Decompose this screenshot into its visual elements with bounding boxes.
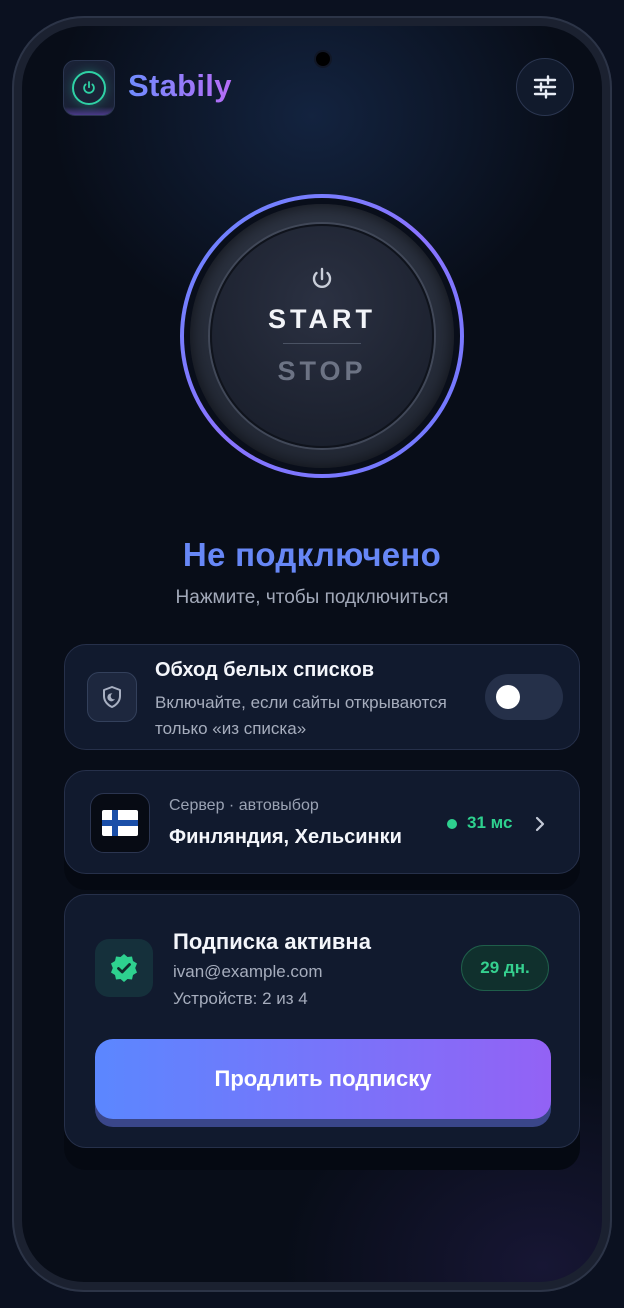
subscription-card: Подписка активна ivan@example.com Устрой…	[64, 894, 580, 1148]
devices-count: Устройств: 2 из 4	[173, 989, 308, 1008]
subscription-title: Подписка активна	[173, 929, 371, 954]
phone-frame: Stabily START STOP Не подключено Нажмите…	[12, 16, 612, 1292]
app-name: Stabily	[128, 68, 232, 103]
chevron-right-icon	[535, 816, 545, 832]
power-icon	[312, 267, 332, 288]
ping-value: 31 мс	[467, 813, 513, 832]
connect-toggle-button[interactable]: START STOP	[180, 194, 464, 478]
whitelist-title: Обход белых списков	[155, 659, 375, 681]
whitelist-description: Включайте, если сайты открываются только…	[155, 693, 447, 738]
account-email: ivan@example.com	[173, 962, 323, 981]
connect-button-face[interactable]: START STOP	[210, 224, 434, 448]
whitelist-toggle[interactable]	[485, 674, 563, 720]
connection-status-subtitle: Нажмите, чтобы подключиться	[175, 587, 449, 608]
whitelist-bypass-card: Обход белых списков Включайте, если сайт…	[64, 644, 580, 750]
app-screen: Stabily START STOP Не подключено Нажмите…	[22, 26, 602, 1282]
settings-button[interactable]	[516, 58, 574, 116]
days-left-badge: 29 дн.	[461, 945, 549, 991]
shield-icon	[87, 672, 137, 722]
server-label: Сервер · автовыбор	[169, 797, 319, 814]
renew-subscription-button[interactable]: Продлить подписку	[95, 1039, 551, 1119]
server-selector[interactable]: Сервер · автовыбор Финляндия, Хельсинки …	[64, 770, 580, 874]
power-icon	[72, 71, 106, 105]
divider	[283, 343, 361, 344]
front-camera	[316, 52, 330, 66]
connection-status-title: Не подключено	[182, 536, 442, 573]
stop-label[interactable]: STOP	[277, 356, 366, 387]
verified-badge-icon	[95, 939, 153, 997]
toggle-knob	[496, 685, 520, 709]
ping-status-dot	[447, 819, 457, 829]
start-label[interactable]: START	[268, 304, 376, 335]
sliders-icon	[533, 75, 557, 99]
finland-flag	[90, 793, 150, 853]
server-name: Финляндия, Хельсинки	[169, 826, 402, 848]
app-logo	[63, 60, 115, 116]
